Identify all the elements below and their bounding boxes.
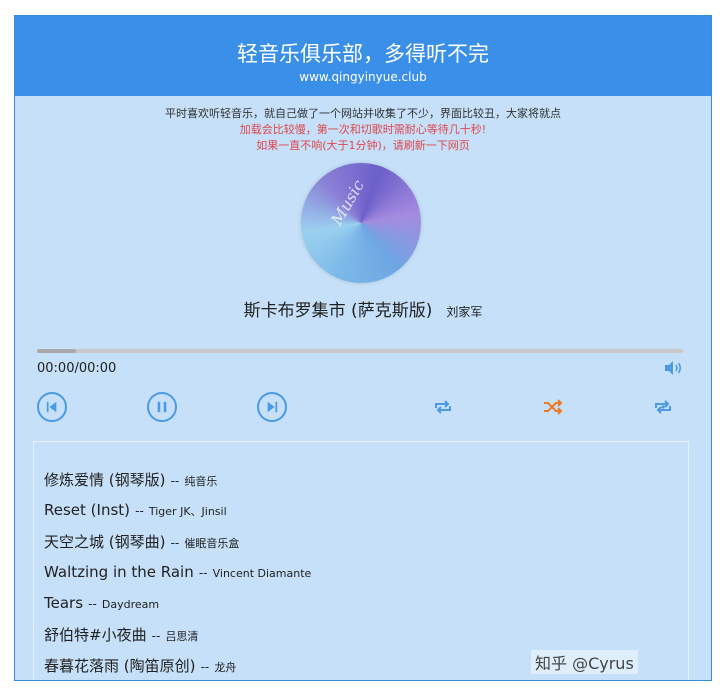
now-playing-title: 斯卡布罗集市 (萨克斯版) (243, 301, 433, 321)
watermark: 知乎 @Cyrus (531, 650, 638, 674)
playlist-item[interactable]: Tears -- Daydream (44, 593, 159, 612)
prev-button[interactable] (37, 392, 67, 422)
playlist-item-artist: Daydream (101, 598, 160, 611)
album-disc: Music (301, 163, 421, 283)
playlist-item[interactable]: 春暮花落雨 (陶笛原创) -- 龙舟 (44, 655, 236, 676)
disc-label: Music (327, 176, 368, 229)
progress-fill (37, 349, 76, 353)
playlist-item-artist: Vincent Diamante (212, 567, 312, 580)
pause-icon (157, 401, 167, 413)
repeat-one-button[interactable] (648, 392, 678, 422)
site-url[interactable]: www.qingyinyue.club (15, 70, 711, 84)
playlist-item[interactable]: 舒伯特#小夜曲 -- 吕思清 (44, 624, 198, 645)
playlist-item-artist: Tiger JK、Jinsil (148, 505, 227, 518)
repeat-one-icon (655, 400, 671, 414)
playlist-item-artist: 吕思清 (165, 630, 199, 643)
playlist-item-title: Tears (44, 594, 84, 612)
pause-button[interactable] (147, 392, 177, 422)
playlist-item-title: Reset (Inst) (44, 501, 131, 519)
notice-loading-warning: 加载会比较慢，第一次和切歌时需耐心等待几十秒! (239, 123, 487, 136)
playlist-item-title: Waltzing in the Rain (44, 563, 194, 581)
site-header: 轻音乐俱乐部，多得听不完 www.qingyinyue.club (15, 16, 711, 96)
next-button[interactable] (257, 392, 287, 422)
playlist-item-artist: 催眠音乐盒 (184, 537, 240, 550)
progress-bar[interactable] (37, 349, 683, 353)
now-playing-artist: 刘家军 (446, 305, 483, 319)
volume-icon[interactable] (663, 360, 683, 376)
playlist-item-title: 舒伯特#小夜曲 (44, 626, 147, 644)
now-playing: 斯卡布罗集市 (萨克斯版) 刘家军 (15, 296, 711, 321)
playlist-item[interactable]: Waltzing in the Rain -- Vincent Diamante (44, 562, 311, 581)
playlist-item-title: 天空之城 (钢琴曲) (44, 533, 166, 551)
playlist-item-artist: 龙舟 (214, 661, 237, 674)
playlist-item-title: 春暮花落雨 (陶笛原创) (44, 657, 196, 675)
player-frame: 轻音乐俱乐部，多得听不完 www.qingyinyue.club 平时喜欢听轻音… (14, 15, 712, 681)
playlist-item-artist: 纯音乐 (184, 475, 218, 488)
playlist-item[interactable]: Reset (Inst) -- Tiger JK、Jinsil (44, 500, 227, 519)
playlist: 修炼爱情 (钢琴版) -- 纯音乐 Reset (Inst) -- Tiger … (33, 441, 689, 680)
notice-intro: 平时喜欢听轻音乐，就自己做了一个网站并收集了不少，界面比较丑，大家将就点 (165, 107, 561, 120)
playlist-item[interactable]: 修炼爱情 (钢琴版) -- 纯音乐 (44, 469, 217, 490)
repeat-icon (435, 400, 451, 414)
shuffle-icon (544, 399, 563, 415)
skip-next-icon (267, 401, 278, 413)
time-display: 00:00/00:00 (37, 361, 117, 376)
shuffle-button[interactable] (538, 392, 568, 422)
site-title: 轻音乐俱乐部，多得听不完 (237, 42, 489, 66)
playlist-item-title: 修炼爱情 (钢琴版) (44, 471, 166, 489)
playlist-item[interactable]: 天空之城 (钢琴曲) -- 催眠音乐盒 (44, 531, 239, 552)
notice-refresh-tip: 如果一直不响(大于1分钟)，请刷新一下网页 (256, 139, 470, 152)
skip-previous-icon (46, 401, 57, 413)
repeat-button[interactable] (428, 392, 458, 422)
notice: 平时喜欢听轻音乐，就自己做了一个网站并收集了不少，界面比较丑，大家将就点 加载会… (15, 106, 711, 154)
